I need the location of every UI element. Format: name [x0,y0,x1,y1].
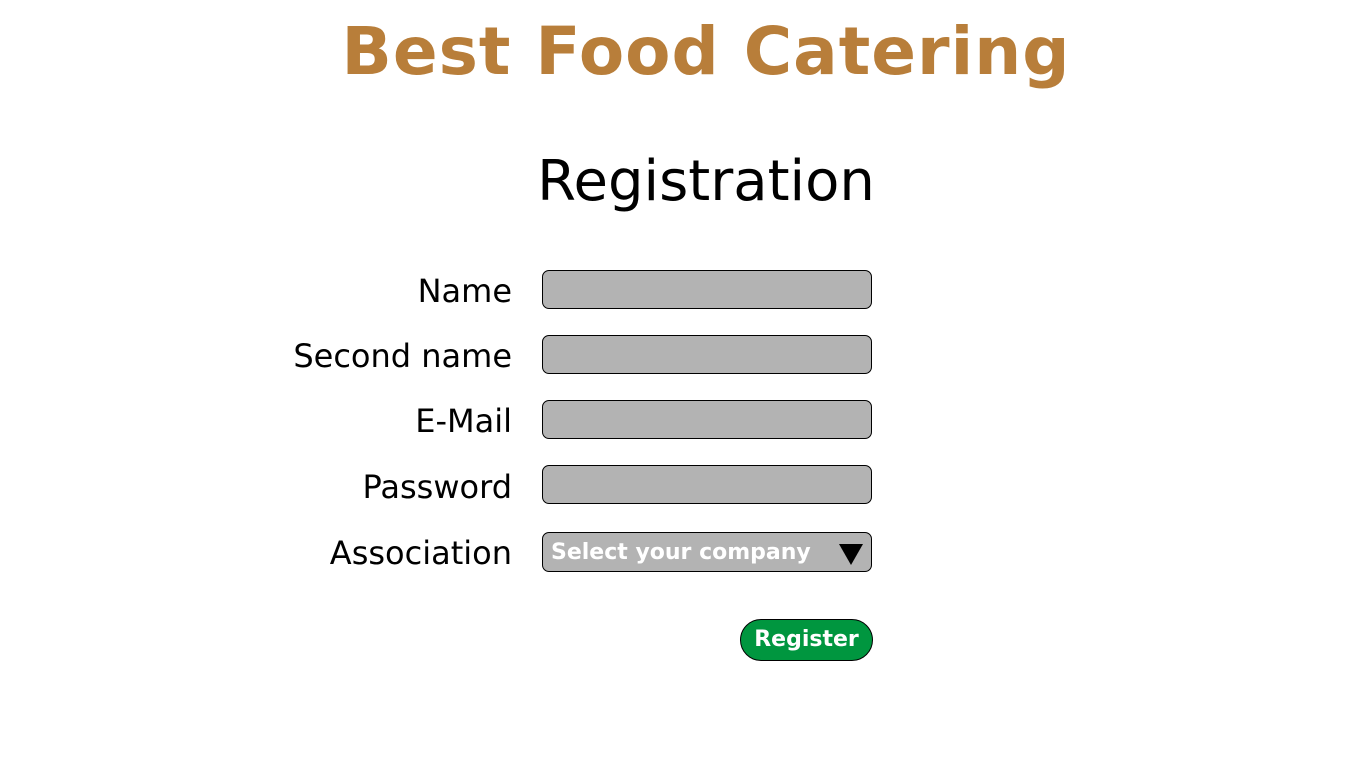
name-label: Name [417,272,512,310]
association-label: Association [329,534,512,572]
register-button[interactable]: Register [740,619,873,661]
password-label: Password [362,468,512,506]
email-input[interactable] [542,400,872,439]
second-name-label: Second name [293,337,512,375]
association-selected-value: Select your company [551,540,811,565]
association-select[interactable]: Select your company [542,532,872,572]
page-title: Registration [537,149,875,214]
brand-title: Best Food Catering [341,13,1071,90]
password-input[interactable] [542,465,872,504]
registration-page: Best Food Catering Registration Name Sec… [0,0,1366,768]
second-name-input[interactable] [542,335,872,374]
email-label: E-Mail [415,402,512,440]
triangle-down-icon [839,544,863,565]
name-input[interactable] [542,270,872,309]
